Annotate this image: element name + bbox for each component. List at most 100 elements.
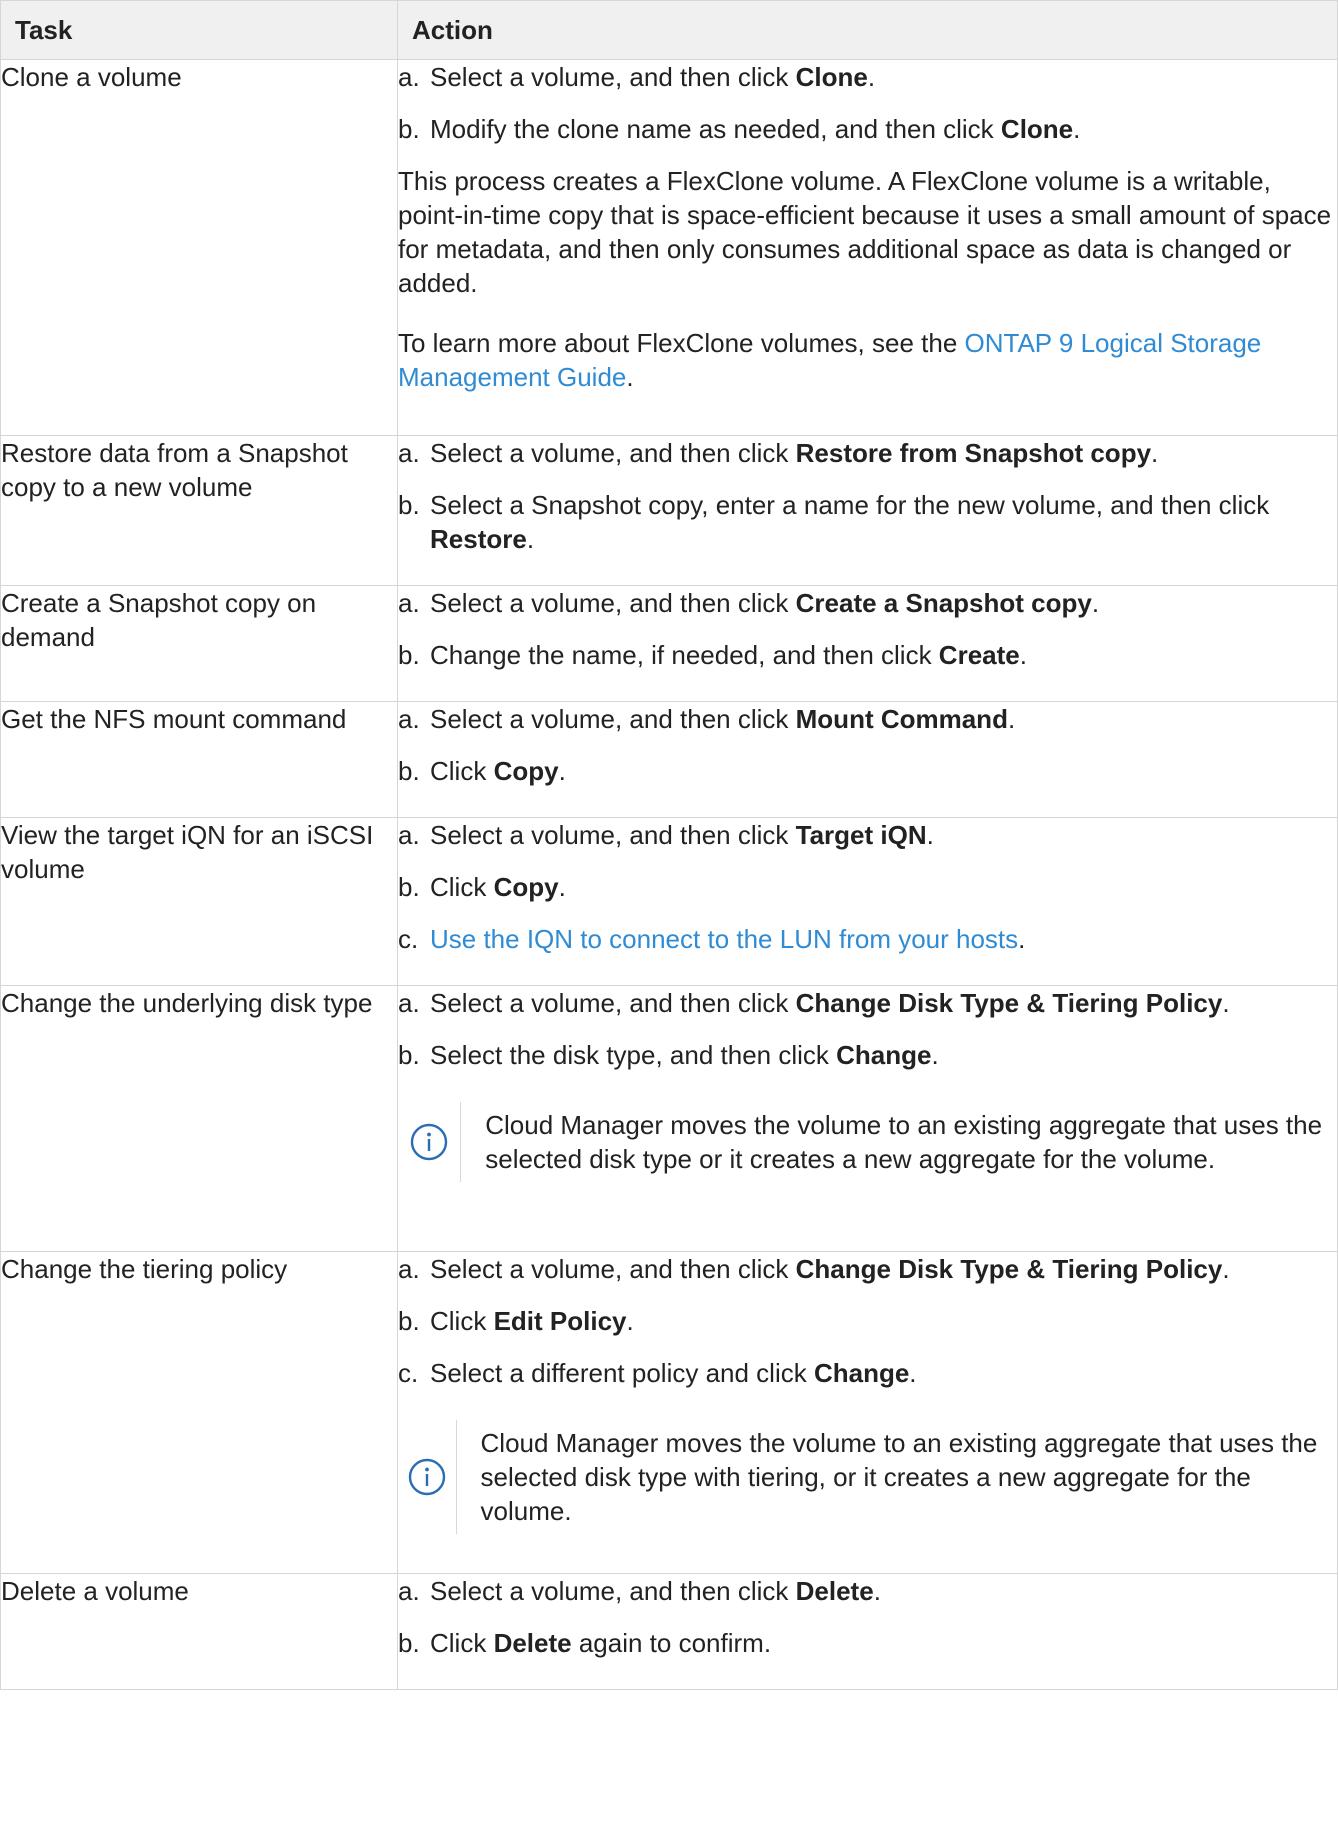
note-text: Cloud Manager moves the volume to an exi… — [480, 1428, 1318, 1526]
header-row: Task Action — [0, 0, 1338, 60]
step-marker: a. — [398, 1576, 420, 1606]
step-tail: . — [909, 1358, 917, 1388]
task-cell: Delete a volume — [0, 1573, 398, 1690]
step-list: a. Select a volume, and then click Restor… — [398, 436, 1337, 556]
action-cell: a. Select a volume, and then click Change… — [397, 1251, 1338, 1574]
step-text: Select a different policy and click — [430, 1358, 814, 1388]
step-bold: Change Disk Type & Tiering Policy — [795, 988, 1223, 1018]
step-tail: . — [1007, 704, 1016, 734]
task-cell: Change the tiering policy — [0, 1251, 398, 1574]
step-item: b. Click Copy. — [398, 870, 1337, 904]
step-marker: a. — [398, 704, 420, 734]
task-cell: Restore data from a Snapshot copy to a n… — [0, 435, 398, 586]
step-marker: b. — [398, 1306, 420, 1336]
step-marker: b. — [398, 1628, 420, 1658]
step-item: c. Use the IQN to connect to the LUN from… — [398, 922, 1337, 956]
table-row: Restore data from a Snapshot copy to a n… — [0, 435, 1338, 586]
tasks-table: Task Action Clone a volume a. Select a vo… — [0, 0, 1338, 1690]
step-item: b. Click Edit Policy. — [398, 1304, 1337, 1338]
step-text: Select a volume, and then click — [430, 1576, 796, 1606]
step-tail: . — [1091, 588, 1100, 618]
table-row: Change the underlying disk type a. Select… — [0, 985, 1338, 1252]
step-tail: . — [873, 1576, 881, 1606]
step-tail: . — [867, 62, 876, 92]
step-text: Click — [430, 872, 494, 902]
table-row: View the target iQN for an iSCSI volume … — [0, 817, 1338, 986]
step-tail: . — [558, 872, 566, 902]
step-text: Select a volume, and then click — [430, 820, 796, 850]
step-list: a. Select a volume, and then click Change… — [398, 1252, 1337, 1390]
iqn-connect-link[interactable]: Use the IQN to connect to the LUN from y… — [430, 924, 1018, 954]
step-item: b. Select the disk type, and then click C… — [398, 1038, 1337, 1072]
step-tail: . — [626, 1306, 634, 1336]
step-item: b. Click Delete again to confirm. — [398, 1626, 1337, 1660]
step-bold: Clone — [795, 62, 868, 92]
step-tail: . — [1222, 988, 1230, 1018]
table-row: Clone a volume a. Select a volume, and th… — [0, 59, 1338, 436]
step-list: a. Select a volume, and then click Change… — [398, 986, 1337, 1072]
step-marker: b. — [398, 114, 420, 144]
action-cell: a. Select a volume, and then click Create… — [397, 585, 1338, 702]
note-text: Cloud Manager moves the volume to an exi… — [485, 1110, 1323, 1174]
step-marker: c. — [398, 924, 419, 954]
step-item: a. Select a volume, and then click Change… — [398, 986, 1337, 1020]
step-text: Select a volume, and then click — [430, 704, 796, 734]
step-list: a. Select a volume, and then click Clone.… — [398, 60, 1337, 146]
info-icon — [408, 1458, 445, 1496]
step-bold: Clone — [1000, 114, 1074, 144]
step-text: Click — [430, 1628, 494, 1658]
action-cell: a. Select a volume, and then click Change… — [397, 985, 1338, 1252]
step-tail: . — [526, 524, 535, 554]
step-marker: a. — [398, 588, 420, 618]
action-cell: a. Select a volume, and then click Delete… — [397, 1573, 1338, 1690]
step-item: b. Select a Snapshot copy, enter a name f… — [398, 488, 1337, 556]
task-cell: Create a Snapshot copy on demand — [0, 585, 398, 702]
step-item: a. Select a volume, and then click Mount … — [398, 702, 1337, 736]
step-bold: Edit Policy — [493, 1306, 627, 1336]
step-bold: Change — [836, 1040, 932, 1070]
step-marker: b. — [398, 490, 420, 520]
flexclone-reference: To learn more about FlexClone volumes, s… — [398, 326, 1337, 394]
table-row: Get the NFS mount command a. Select a vol… — [0, 701, 1338, 818]
step-text: Select a volume, and then click — [430, 988, 796, 1018]
step-marker: b. — [398, 756, 420, 786]
action-cell: a. Select a volume, and then click Target… — [397, 817, 1338, 986]
info-icon — [410, 1123, 448, 1161]
action-cell: a. Select a volume, and then click Mount … — [397, 701, 1338, 818]
step-text: Select a Snapshot copy, enter a name for… — [430, 490, 1270, 520]
step-item: b. Click Copy. — [398, 754, 1337, 788]
note-icon-column — [398, 1420, 457, 1534]
step-item: a. Select a volume, and then click Target… — [398, 818, 1337, 852]
table-row: Create a Snapshot copy on demand a. Selec… — [0, 585, 1338, 702]
step-marker: b. — [398, 1040, 420, 1070]
step-tail: . — [931, 1040, 939, 1070]
action-cell: a. Select a volume, and then click Clone.… — [397, 59, 1338, 436]
task-cell: Get the NFS mount command — [0, 701, 398, 818]
step-item: b. Modify the clone name as needed, and t… — [398, 112, 1337, 146]
step-bold: Create a Snapshot copy — [795, 588, 1092, 618]
table-row: Delete a volume a. Select a volume, and t… — [0, 1573, 1338, 1690]
step-marker: c. — [398, 1358, 419, 1388]
step-text: Select a volume, and then click — [430, 1254, 796, 1284]
action-cell: a. Select a volume, and then click Restor… — [397, 435, 1338, 586]
step-item: a. Select a volume, and then click Change… — [398, 1252, 1337, 1286]
step-tail: . — [1222, 1254, 1230, 1284]
step-bold: Change Disk Type & Tiering Policy — [795, 1254, 1223, 1284]
step-item: c. Select a different policy and click Ch… — [398, 1356, 1337, 1390]
step-list: a. Select a volume, and then click Mount … — [398, 702, 1337, 788]
step-bold: Change — [813, 1358, 910, 1388]
step-list: a. Select a volume, and then click Delete… — [398, 1574, 1337, 1660]
step-bold: Mount Command — [795, 704, 1008, 734]
step-marker: a. — [398, 988, 420, 1018]
step-tail: . — [558, 756, 566, 786]
step-bold: Delete — [493, 1628, 572, 1658]
note-box: Cloud Manager moves the volume to an exi… — [398, 1102, 1337, 1182]
step-item: a. Select a volume, and then click Restor… — [398, 436, 1337, 470]
step-tail: . — [1073, 114, 1081, 144]
step-bold: Create — [938, 640, 1020, 670]
step-marker: b. — [398, 872, 420, 902]
header-task: Task — [0, 0, 398, 60]
step-marker: b. — [398, 640, 420, 670]
task-cell: Change the underlying disk type — [0, 985, 398, 1252]
table-row: Change the tiering policy a. Select a vol… — [0, 1251, 1338, 1574]
